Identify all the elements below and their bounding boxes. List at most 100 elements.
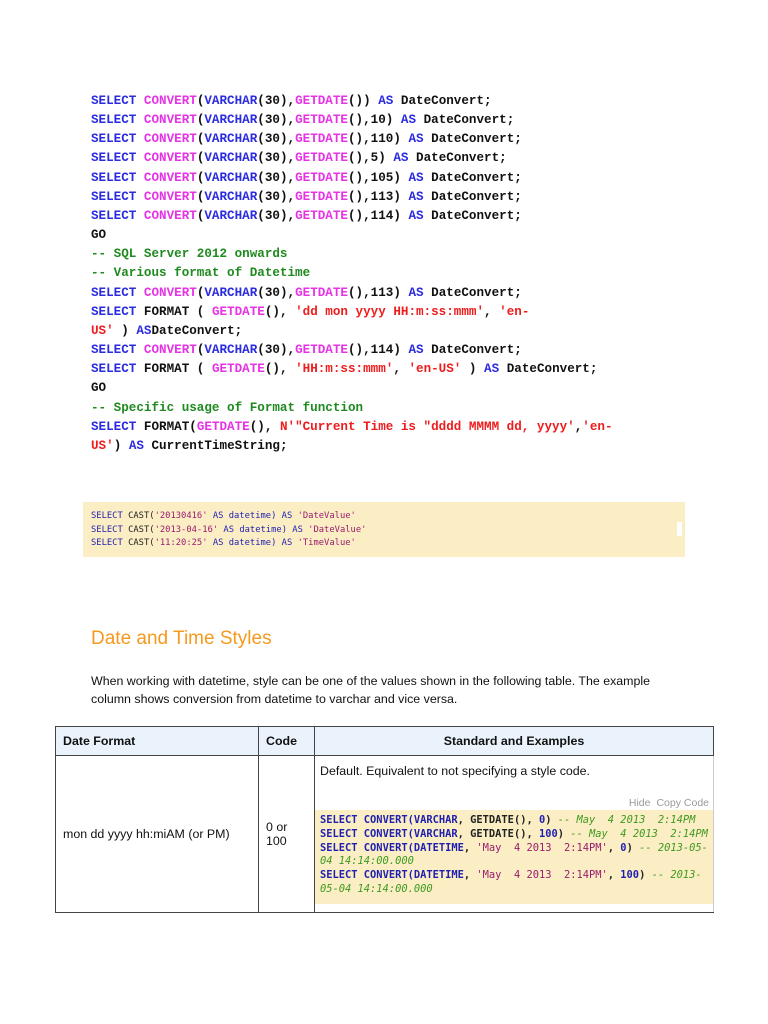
code-token: -- SQL Server 2012 onwards: [91, 247, 288, 262]
code-token: -- May 4 2013 2:14PM: [557, 814, 696, 826]
code-token: DateConvert;: [431, 132, 522, 147]
code-token: (30),: [257, 94, 296, 108]
copy-code-link[interactable]: Copy Code: [656, 797, 709, 809]
code-token: VARCHAR: [204, 285, 258, 300]
code-line: SELECT CONVERT(VARCHAR(30),GETDATE(),114…: [91, 207, 613, 226]
code-token: AS: [207, 511, 229, 521]
code-token: (),: [264, 362, 296, 377]
code-token: ()): [347, 94, 379, 108]
code-line: SELECT FORMAT ( GETDATE(), 'dd mon yyyy …: [91, 303, 613, 322]
code-token: SELECT: [91, 208, 144, 223]
code-token: DateConvert;: [151, 323, 243, 338]
code-token: SELECT: [91, 94, 144, 108]
code-token: (30),: [257, 285, 296, 300]
code-line: US') AS CurrentTimeString;: [91, 437, 613, 456]
code-token: DateConvert;: [506, 362, 598, 377]
code-token: AS: [408, 285, 432, 300]
code-token: GETDATE: [295, 285, 348, 300]
code-token: , GETDATE(),: [457, 814, 539, 826]
code-token: GETDATE: [295, 132, 348, 147]
code-token: DateConvert;: [423, 113, 515, 128]
code-token: GETDATE: [295, 113, 348, 128]
code-token: -- Specific usage of Format function: [91, 400, 364, 415]
code-token: (),: [249, 419, 280, 434]
code-token: 'May 4 2013 2:14PM': [476, 841, 608, 854]
code-token: ): [626, 841, 640, 854]
code-line: SELECT CONVERT(VARCHAR(30),GETDATE(),114…: [91, 341, 613, 360]
code-token: DateConvert;: [431, 208, 522, 223]
code-line: US' ) ASDateConvert;: [91, 322, 613, 341]
code-token: GO: [91, 228, 107, 243]
code-line: SELECT CAST('11:20:25' AS datetime) AS '…: [91, 537, 366, 551]
code-line: SELECT CONVERT(VARCHAR(30),GETDATE()) AS…: [91, 92, 613, 111]
code-token: (),5): [347, 151, 394, 166]
code-line: SELECT CONVERT(VARCHAR(30),GETDATE(),113…: [91, 188, 613, 207]
code-token: 04 14:14:00.000: [320, 855, 414, 868]
code-token: VARCHAR: [413, 827, 458, 840]
code-token: DateConvert;: [431, 285, 522, 300]
code-token: DateConvert;: [416, 151, 507, 166]
code-token: CONVERT: [143, 285, 197, 300]
code-line: SELECT CONVERT(VARCHAR(30),GETDATE(),10)…: [91, 111, 613, 130]
code-token: DateConvert;: [431, 189, 522, 204]
code-token: 'HH:m:ss:mmm': [295, 362, 394, 377]
code-token: CONVERT(: [363, 827, 414, 840]
code-token: DATETIME: [413, 869, 464, 882]
code-token: CONVERT(: [363, 841, 414, 854]
code-token: GETDATE: [211, 304, 265, 319]
code-token: (),105): [347, 170, 409, 185]
table-header-row: Date Format Code Standard and Examples: [55, 726, 714, 756]
code-line: SELECT CONVERT(VARCHAR(30),GETDATE(),113…: [91, 284, 613, 303]
code-token: SELECT: [91, 524, 129, 535]
code-token: GETDATE: [295, 208, 348, 223]
example-code: SELECT CONVERT(VARCHAR, GETDATE(), 0) --…: [320, 814, 708, 897]
code-token: SELECT: [91, 362, 144, 377]
code-line: SELECT FORMAT ( GETDATE(), 'HH:m:ss:mmm'…: [91, 360, 613, 379]
code-token: CONVERT: [143, 94, 197, 108]
code-line: 05-04 14:14:00.000: [320, 883, 708, 897]
code-token: VARCHAR: [204, 132, 258, 147]
code-token: CONVERT: [143, 132, 197, 147]
code-token: ): [461, 362, 485, 377]
code-token: VARCHAR: [204, 151, 258, 166]
code-token: ) AS: [271, 538, 298, 548]
code-token: CONVERT(: [363, 814, 414, 826]
code-line: SELECT CAST('2013-04-16' AS datetime) AS…: [91, 524, 366, 538]
hide-link[interactable]: Hide: [629, 797, 651, 809]
code-token: ,: [393, 362, 409, 377]
code-token: CONVERT: [143, 170, 197, 185]
code-line: SELECT CONVERT(VARCHAR(30),GETDATE(),105…: [91, 169, 613, 188]
code-token: (),: [264, 304, 296, 319]
code-token: (),110): [347, 132, 409, 147]
scrollbar[interactable]: [677, 522, 682, 536]
code-token: FORMAT (: [143, 362, 212, 377]
code-token: AS: [400, 113, 424, 128]
code-token: VARCHAR: [204, 113, 258, 128]
code-token: SELECT: [91, 343, 144, 358]
code-token: GETDATE: [211, 362, 265, 377]
code-token: -- May 4 2013 2:14PM: [570, 827, 708, 840]
table-row: mon dd yyyy hh:miAM (or PM) 0 or 100 Def…: [55, 755, 714, 913]
code-token: ): [557, 827, 571, 840]
code-line: SELECT CONVERT(DATETIME, 'May 4 2013 2:1…: [320, 869, 708, 883]
code-token: (),113): [347, 189, 409, 204]
code-token: CONVERT: [143, 151, 197, 166]
sql-code-block-convert-format: SELECT CONVERT(VARCHAR(30),GETDATE()) AS…: [91, 92, 613, 456]
code-token: (),114): [347, 343, 409, 358]
code-token: CONVERT: [143, 113, 197, 128]
code-token: US': [91, 323, 114, 338]
code-token: CONVERT: [143, 343, 197, 358]
code-token: datetime: [228, 538, 272, 548]
cast-code: SELECT CAST('20130416' AS datetime) AS '…: [91, 510, 366, 551]
section-heading: Date and Time Styles: [91, 628, 272, 649]
code-token: FORMAT(: [143, 419, 197, 434]
code-token: -- 2013-05-: [639, 841, 708, 854]
code-token: VARCHAR: [204, 170, 258, 185]
code-token: (),10): [347, 113, 401, 128]
code-token: SELECT: [91, 170, 144, 185]
header-date-format: Date Format: [55, 726, 259, 756]
code-token: (30),: [257, 343, 296, 358]
code-token: -- 2013-: [651, 869, 702, 882]
code-token: 'TimeValue': [297, 538, 356, 548]
code-token: CAST(: [128, 538, 155, 548]
